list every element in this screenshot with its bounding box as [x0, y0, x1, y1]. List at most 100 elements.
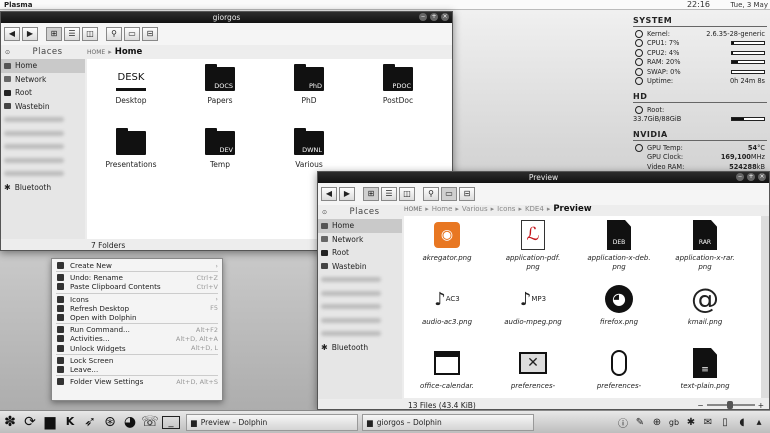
menu-item-run-command[interactable]: Run Command... Alt+F2 — [52, 325, 222, 334]
kde-menu-icon[interactable]: ✽ — [0, 412, 20, 432]
bird-icon[interactable]: ➶ — [80, 412, 100, 432]
breadcrumb-current[interactable]: Preview — [553, 204, 591, 214]
task-giorgos-dolphin[interactable]: ▆ giorgos – Dolphin — [362, 413, 534, 431]
details-view-button[interactable]: ☰ — [64, 27, 80, 41]
sidebar-item-blurred[interactable] — [1, 127, 85, 141]
split-button[interactable]: ⊟ — [459, 187, 475, 201]
network-icon[interactable]: ⊕ — [650, 417, 664, 428]
menu-item-create-new[interactable]: Create New › — [52, 261, 222, 270]
ubuntu-icon[interactable]: ⊛ — [100, 412, 120, 432]
folder-item[interactable]: DESK Desktop — [91, 67, 171, 105]
sidebar-item-blurred[interactable] — [318, 327, 402, 341]
task-preview-dolphin[interactable]: ▆ Preview – Dolphin — [186, 413, 358, 431]
split-button[interactable]: ⊟ — [142, 27, 158, 41]
menu-item-activities[interactable]: Activities... Alt+D, Alt+A — [52, 334, 222, 343]
menu-item-icons[interactable]: Icons › — [52, 295, 222, 304]
breadcrumb-current[interactable]: Home — [115, 47, 143, 57]
kopete-icon[interactable]: K — [60, 412, 80, 432]
close-button[interactable]: × — [758, 173, 766, 181]
sidebar-item-blurred[interactable] — [1, 113, 85, 127]
sidebar-item-blurred[interactable] — [318, 314, 402, 328]
folder-icon[interactable]: ▆ — [40, 412, 60, 432]
folder-item[interactable]: DEV Temp — [180, 128, 260, 169]
file-item[interactable]: @ kmail.png — [662, 284, 748, 327]
minimize-button[interactable]: ‒ — [419, 13, 427, 21]
clock-time[interactable]: 22:16 — [687, 0, 710, 9]
sidebar-item-root[interactable]: Root — [1, 86, 85, 100]
sidebar-item-blurred[interactable] — [318, 273, 402, 287]
sidebar-item-blurred[interactable] — [318, 287, 402, 301]
titlebar[interactable]: Preview ‒ + × — [318, 172, 769, 183]
refresh-icon[interactable]: ⟳ — [20, 412, 40, 432]
menu-item-undo[interactable]: Undo: Rename Ctrl+Z — [52, 273, 222, 282]
sidebar-item-home[interactable]: Home — [1, 59, 85, 73]
preview-button[interactable]: ▭ — [124, 27, 140, 41]
folder-item[interactable]: PhD PhD — [269, 64, 349, 105]
file-item[interactable]: preferences- — [576, 348, 662, 391]
menu-item-paste[interactable]: Paste Clipboard Contents Ctrl+V — [52, 282, 222, 291]
sidebar-item-blurred[interactable] — [1, 167, 85, 181]
breadcrumb-part[interactable]: Icons — [497, 205, 515, 213]
forward-button[interactable]: ▶ — [22, 27, 38, 41]
phone-icon[interactable]: ☏ — [140, 412, 160, 432]
sidebar-item-blurred[interactable] — [318, 300, 402, 314]
folder-item[interactable]: PDOC PostDoc — [358, 64, 438, 105]
folder-item[interactable]: DWNL Various — [269, 128, 349, 169]
sidebar-item-bluetooth[interactable]: ✱ Bluetooth — [1, 181, 85, 195]
menu-item-unlock-widgets[interactable]: Unlock Widgets Alt+D, L — [52, 344, 222, 353]
close-button[interactable]: × — [441, 13, 449, 21]
clock-date[interactable]: Tue, 3 May — [730, 1, 768, 9]
keyboard-gb-icon[interactable]: gb — [667, 418, 681, 427]
maximize-button[interactable]: + — [747, 173, 755, 181]
file-item[interactable]: ≡ text-plain.png — [662, 348, 748, 391]
maximize-button[interactable]: + — [430, 13, 438, 21]
icons-view-button[interactable]: ⊞ — [46, 27, 62, 41]
icons-view-button[interactable]: ⊞ — [363, 187, 379, 201]
columns-view-button[interactable]: ◫ — [82, 27, 98, 41]
titlebar[interactable]: giorgos ‒ + × — [1, 12, 452, 23]
file-item[interactable]: ℒ application-pdf. png — [490, 220, 576, 272]
back-button[interactable]: ◀ — [321, 187, 337, 201]
tools-icon[interactable]: ✎ — [633, 417, 647, 428]
menu-item-folder-view-settings[interactable]: Folder View Settings Alt+D, Alt+S — [52, 377, 222, 386]
forward-button[interactable]: ▶ — [339, 187, 355, 201]
zoom-handle[interactable] — [726, 401, 733, 409]
sidebar-item-blurred[interactable] — [1, 154, 85, 168]
home-crumb-icon[interactable]: HOME — [404, 206, 422, 213]
sidebar-item-blurred[interactable] — [1, 140, 85, 154]
sidebar-item-network[interactable]: Network — [318, 233, 402, 247]
folder-item[interactable]: Presentations — [91, 128, 171, 169]
breadcrumb-part[interactable]: KDE4 — [525, 205, 544, 213]
zoom-in-icon[interactable]: + — [758, 401, 764, 410]
sidebar-item-root[interactable]: Root — [318, 246, 402, 260]
preview-button[interactable]: ▭ — [441, 187, 457, 201]
arrow-icon[interactable]: ▴ — [752, 417, 766, 428]
mail-icon[interactable]: ✉ — [701, 417, 715, 428]
file-item[interactable]: office-calendar. — [404, 348, 490, 391]
sidebar-item-wastebin[interactable]: Wastebin — [1, 100, 85, 114]
sidebar-item-wastebin[interactable]: Wastebin — [318, 260, 402, 274]
battery-icon[interactable]: ▯ — [718, 417, 732, 428]
zoom-slider[interactable]: − + — [697, 401, 764, 410]
volume-icon[interactable]: ◖ — [735, 417, 749, 428]
file-item[interactable]: ♪ MP3 audio-mpeg.png — [490, 284, 576, 327]
terminal-icon[interactable]: _ — [162, 415, 180, 429]
minimize-button[interactable]: ‒ — [736, 173, 744, 181]
sidebar-item-bluetooth[interactable]: ✱ Bluetooth — [318, 341, 402, 355]
menu-item-lock-screen[interactable]: Lock Screen — [52, 356, 222, 365]
zoom-out-icon[interactable]: − — [697, 401, 703, 410]
menu-item-open-dolphin[interactable]: Open with Dolphin — [52, 313, 222, 322]
menu-item-leave[interactable]: Leave... — [52, 365, 222, 374]
sidebar-item-network[interactable]: Network — [1, 73, 85, 87]
back-button[interactable]: ◀ — [4, 27, 20, 41]
scrollbar[interactable] — [761, 216, 769, 398]
search-button[interactable]: ⚲ — [423, 187, 439, 201]
breadcrumb-part[interactable]: Home — [432, 205, 453, 213]
file-item[interactable]: ♪ AC3 audio-ac3.png — [404, 284, 490, 327]
sidebar-item-home[interactable]: Home — [318, 219, 402, 233]
folder-item[interactable]: DOCS Papers — [180, 64, 260, 105]
breadcrumb-part[interactable]: Various — [462, 205, 488, 213]
info-icon[interactable]: ⓘ — [616, 415, 630, 430]
file-item[interactable]: DEB application-x-deb. png — [576, 220, 662, 272]
search-button[interactable]: ⚲ — [106, 27, 122, 41]
